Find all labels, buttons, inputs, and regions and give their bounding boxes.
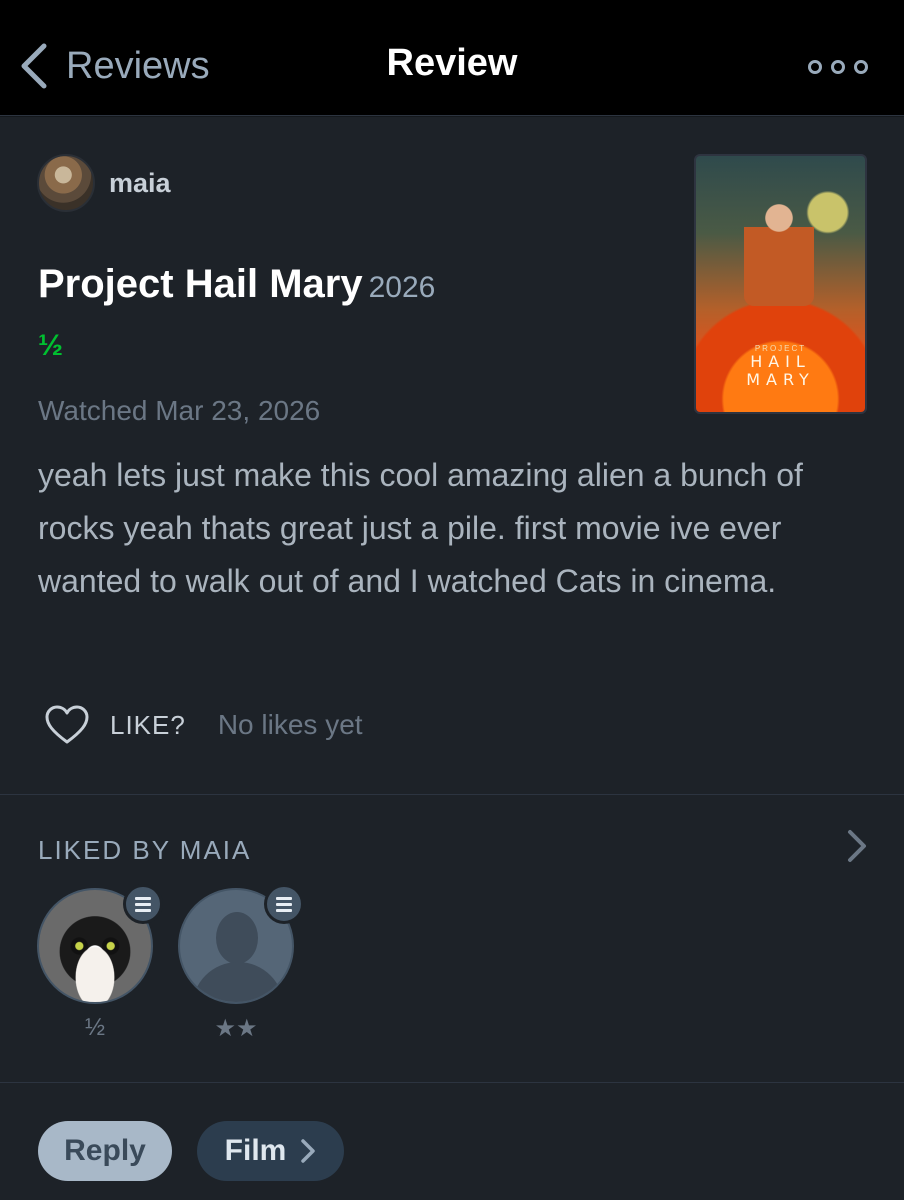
review-author[interactable]: maia (37, 154, 171, 212)
review-rating: ½ (38, 329, 64, 362)
chevron-right-icon[interactable] (846, 829, 868, 863)
dot-icon (808, 60, 822, 74)
film-poster[interactable]: PROJECT HAIL MARY (694, 154, 867, 414)
liker-item[interactable]: ★★ (178, 884, 304, 1043)
author-avatar (37, 154, 95, 212)
chevron-right-icon (301, 1139, 316, 1163)
film-title[interactable]: Project Hail Mary (38, 262, 363, 306)
poster-title-line1: HAIL (750, 352, 811, 371)
like-row: LIKE? No likes yet (44, 705, 363, 745)
reply-button[interactable]: Reply (38, 1121, 172, 1181)
film-year: 2026 (368, 271, 436, 304)
more-options-button[interactable] (808, 54, 868, 80)
reply-label: Reply (64, 1134, 146, 1167)
list-icon (264, 884, 304, 924)
top-bar: Reviews Review (0, 0, 904, 116)
film-button[interactable]: Film (197, 1121, 344, 1181)
page-title: Review (386, 42, 518, 84)
divider (0, 1082, 904, 1083)
review-text: yeah lets just make this cool amazing al… (38, 457, 803, 599)
divider (0, 794, 904, 795)
film-title-line: Project Hail Mary 2026 (38, 262, 435, 307)
dot-icon (831, 60, 845, 74)
watched-date: Watched Mar 23, 2026 (38, 395, 321, 426)
heart-icon[interactable] (44, 705, 90, 745)
poster-figure (744, 196, 814, 306)
liked-by-header[interactable]: LIKED BY MAIA (38, 835, 251, 866)
dot-icon (854, 60, 868, 74)
liker-rating: ½ (84, 1014, 105, 1041)
likes-count: No likes yet (217, 709, 363, 740)
like-button[interactable]: LIKE? (110, 710, 186, 741)
poster-title-line2: MARY (746, 370, 815, 389)
list-icon (123, 884, 163, 924)
liker-rating: ★★ (214, 1015, 258, 1042)
author-name: maia (109, 167, 171, 198)
film-label: Film (224, 1134, 287, 1167)
review-content: maia Project Hail Mary 2026 ½ Watched Mar… (0, 117, 904, 1200)
liker-item[interactable]: ½ (37, 884, 163, 1042)
